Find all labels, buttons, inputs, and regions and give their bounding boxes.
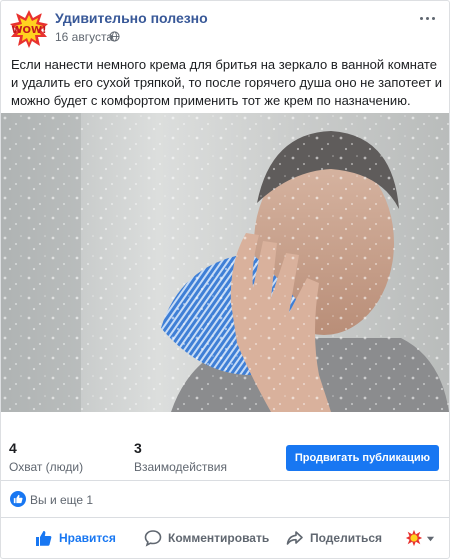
avatar-text: WOW! — [11, 25, 46, 36]
engagement-label: Взаимодействия — [134, 460, 227, 474]
audience-avatar-icon — [405, 529, 423, 547]
reach-stat[interactable]: 4 Охват (люди) — [9, 440, 83, 474]
thumbs-up-icon — [36, 531, 52, 546]
post-card: WOW! Удивительно полезно 16 августа Если… — [0, 0, 450, 559]
more-icon[interactable] — [415, 9, 439, 27]
engagement-value: 3 — [134, 440, 142, 456]
share-icon — [286, 531, 303, 545]
comment-label: Комментировать — [168, 531, 270, 545]
page-name-link[interactable]: Удивительно полезно — [55, 10, 208, 26]
post-text: Если нанести немного крема для бритья на… — [11, 57, 443, 108]
mirror-wiping-photo — [1, 113, 449, 412]
globe-icon — [109, 31, 120, 42]
engagement-stat[interactable]: 3 Взаимодействия — [134, 440, 227, 474]
like-reaction-icon — [10, 491, 26, 507]
page-avatar[interactable]: WOW! — [9, 9, 49, 49]
post-actions: Нравится Комментировать Поделиться — [1, 519, 449, 559]
like-label: Нравится — [59, 531, 116, 545]
like-button[interactable]: Нравится — [35, 529, 116, 547]
wow-logo-icon: WOW! — [10, 10, 48, 48]
boost-post-button[interactable]: Продвигать публикацию — [285, 445, 439, 471]
audience-selector[interactable] — [405, 529, 435, 547]
reach-value: 4 — [9, 440, 17, 456]
reactions-summary[interactable]: Вы и еще 1 — [1, 482, 449, 518]
comment-icon — [144, 530, 162, 547]
share-button[interactable]: Поделиться — [286, 529, 382, 547]
comment-button[interactable]: Комментировать — [144, 529, 269, 547]
share-label: Поделиться — [310, 531, 383, 545]
reactions-count-text: Вы и еще 1 — [30, 493, 94, 507]
caret-down-icon — [426, 536, 435, 541]
post-date[interactable]: 16 августа — [55, 30, 113, 44]
reach-label: Охват (люди) — [9, 460, 84, 474]
post-insights: 4 Охват (люди) 3 Взаимодействия Продвига… — [1, 413, 449, 481]
post-header: WOW! Удивительно полезно 16 августа — [1, 1, 449, 49]
post-photo[interactable] — [1, 113, 449, 412]
